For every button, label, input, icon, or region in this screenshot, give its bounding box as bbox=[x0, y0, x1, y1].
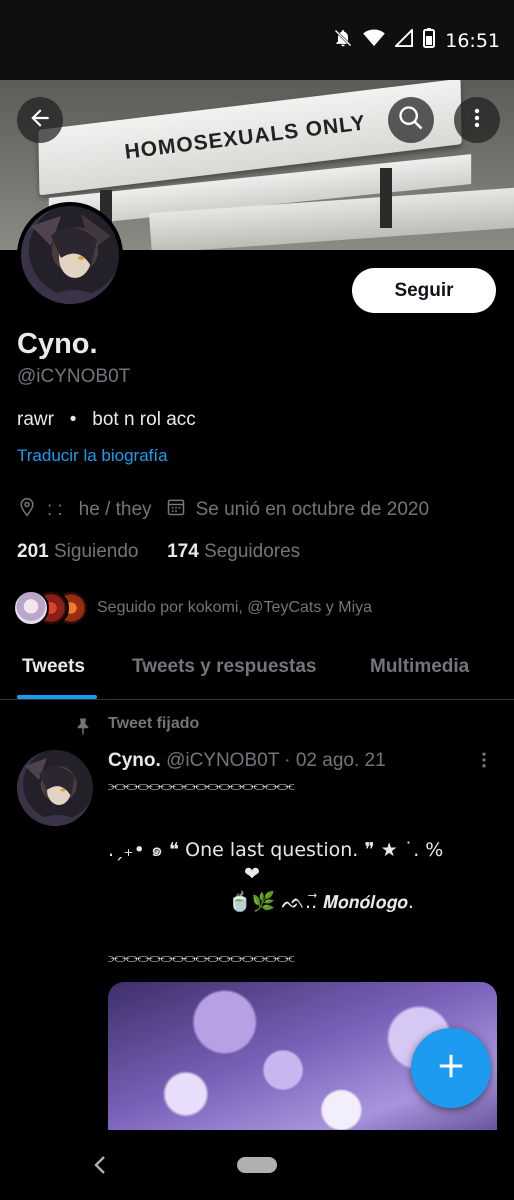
profile-avatar[interactable] bbox=[17, 202, 123, 308]
tweet-text-line: .ˏ₊• ๑ ❝ One last question. ❞ ★ ˙. % bbox=[108, 839, 444, 861]
plus-icon bbox=[436, 1051, 466, 1086]
compose-tweet-button[interactable] bbox=[411, 1028, 491, 1108]
tweet-more-button[interactable] bbox=[474, 750, 494, 775]
follow-button[interactable]: Seguir bbox=[352, 268, 496, 313]
tweet-text-title: 🍵🌿 ᨒ..⃗ 𝙈𝙤𝙣𝙤́𝙡𝙤𝙜𝙤. bbox=[228, 891, 414, 913]
tweet-separator: · bbox=[284, 750, 291, 771]
followed-by-text: Seguido por kokomi, @TeyCats y Miya bbox=[97, 599, 373, 616]
tab-media[interactable]: Multimedia bbox=[370, 656, 469, 678]
cellular-signal-icon bbox=[395, 28, 414, 52]
profile-tabs: Tweets Tweets y respuestas Multimedia bbox=[0, 644, 514, 700]
followed-by-row[interactable]: Seguido por kokomi, @TeyCats y Miya bbox=[13, 590, 372, 626]
status-icons: 16:51 bbox=[333, 28, 500, 53]
pin-icon bbox=[74, 716, 92, 741]
wifi-icon bbox=[363, 29, 386, 52]
avatar-image bbox=[21, 206, 119, 304]
tweet-heart: ❤ bbox=[244, 863, 260, 885]
tweet-divider-bottom: ⫘⫘⫘⫘⫘⫘⫘⫘⫘⫘⫘⫘⫘⫘⫘⫘ bbox=[108, 950, 295, 966]
follow-counts: 201 Siguiendo 174 Seguidores bbox=[17, 541, 300, 563]
followers-link[interactable]: 174 Seguidores bbox=[167, 541, 300, 562]
home-pill[interactable] bbox=[237, 1157, 277, 1173]
tweet-date: 02 ago. 21 bbox=[295, 750, 386, 771]
profile-meta: : : he / they Se unió en octubre de 2020 bbox=[17, 497, 429, 523]
active-tab-indicator bbox=[17, 695, 97, 699]
profile-bio: rawr • bot n rol acc bbox=[17, 409, 196, 430]
battery-icon bbox=[423, 28, 436, 53]
tweet-author-avatar[interactable] bbox=[17, 750, 93, 826]
follower-avatar bbox=[13, 590, 49, 626]
more-vertical-icon bbox=[465, 106, 489, 135]
calendar-icon bbox=[166, 497, 186, 523]
followers-count: 174 bbox=[167, 541, 199, 562]
location-pin-icon bbox=[17, 497, 37, 523]
bench-leg bbox=[380, 168, 392, 228]
back-arrow-icon bbox=[27, 105, 53, 136]
pinned-tweet-label: Tweet fijado bbox=[108, 715, 200, 732]
notifications-off-icon bbox=[333, 28, 353, 53]
profile-joined-date: Se unió en octubre de 2020 bbox=[195, 499, 430, 520]
status-time: 16:51 bbox=[445, 29, 500, 52]
tab-tweets[interactable]: Tweets bbox=[22, 656, 85, 678]
tweet-author-handle: @iCYNOB0T bbox=[166, 750, 279, 771]
profile-name: Cyno. bbox=[17, 328, 98, 360]
profile-location: : : he / they bbox=[47, 499, 152, 520]
search-icon bbox=[397, 104, 425, 137]
following-label: Siguiendo bbox=[53, 541, 139, 562]
back-button[interactable] bbox=[17, 97, 63, 143]
search-button[interactable] bbox=[388, 97, 434, 143]
following-link[interactable]: 201 Siguiendo bbox=[17, 541, 139, 562]
followers-label: Seguidores bbox=[204, 541, 301, 562]
tweet-author-name[interactable]: Cyno. bbox=[108, 750, 161, 771]
tweet-header: Cyno. @iCYNOB0T · 02 ago. 21 bbox=[108, 750, 386, 772]
profile-handle: @iCYNOB0T bbox=[17, 366, 131, 387]
tab-tweets-replies[interactable]: Tweets y respuestas bbox=[132, 656, 316, 678]
tweet-divider-top: ⫘⫘⫘⫘⫘⫘⫘⫘⫘⫘⫘⫘⫘⫘⫘⫘ bbox=[108, 778, 295, 794]
more-vertical-icon bbox=[474, 752, 494, 774]
translate-bio-link[interactable]: Traducir la biografía bbox=[17, 446, 168, 466]
more-options-button[interactable] bbox=[454, 97, 500, 143]
nav-back-icon[interactable] bbox=[92, 1155, 108, 1180]
following-count: 201 bbox=[17, 541, 49, 562]
